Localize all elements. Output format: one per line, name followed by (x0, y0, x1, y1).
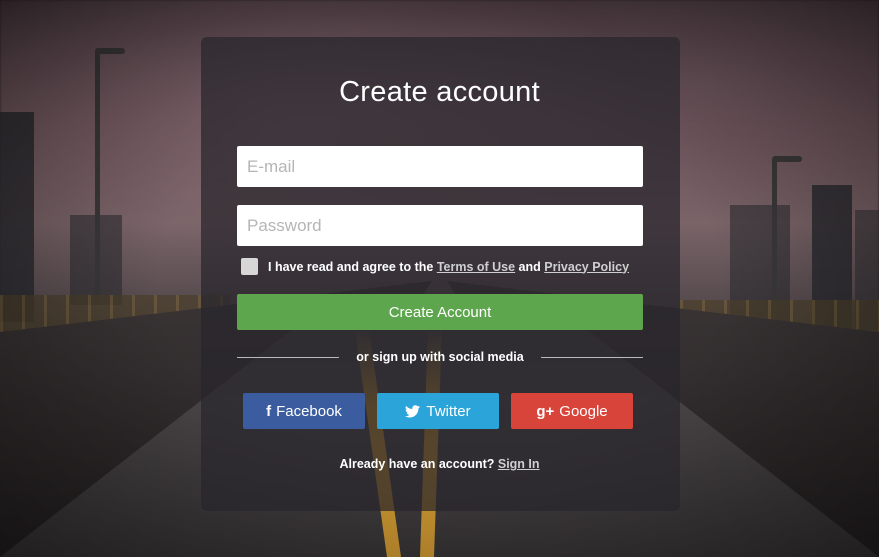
google-button[interactable]: g+ Google (511, 393, 633, 429)
password-field[interactable] (237, 205, 643, 246)
facebook-label: Facebook (276, 402, 342, 420)
terms-link[interactable]: Terms of Use (437, 260, 515, 274)
divider-line-right (541, 357, 643, 358)
twitter-icon (405, 404, 421, 417)
page-title: Create account (339, 76, 540, 108)
email-field[interactable] (237, 146, 643, 187)
terms-agreement: I have read and agree to the Terms of Us… (241, 258, 629, 275)
signin-link[interactable]: Sign In (498, 457, 540, 471)
google-plus-icon: g+ (536, 402, 555, 420)
divider-text: or sign up with social media (356, 350, 524, 364)
privacy-link[interactable]: Privacy Policy (544, 260, 629, 274)
facebook-icon: f (266, 402, 272, 420)
twitter-label: Twitter (426, 402, 471, 420)
agree-and: and (515, 259, 545, 274)
create-account-button[interactable]: Create Account (237, 294, 643, 330)
facebook-button[interactable]: f Facebook (243, 393, 365, 429)
agree-checkbox[interactable] (241, 258, 258, 275)
signin-prompt-text: Already have an account? (339, 457, 498, 471)
google-label: Google (559, 402, 608, 420)
divider-line-left (237, 357, 339, 358)
agree-label: I have read and agree to the Terms of Us… (268, 260, 629, 274)
twitter-button[interactable]: Twitter (377, 393, 499, 429)
agree-prefix: I have read and agree to the (268, 259, 437, 274)
signin-prompt: Already have an account? Sign In (0, 457, 879, 471)
